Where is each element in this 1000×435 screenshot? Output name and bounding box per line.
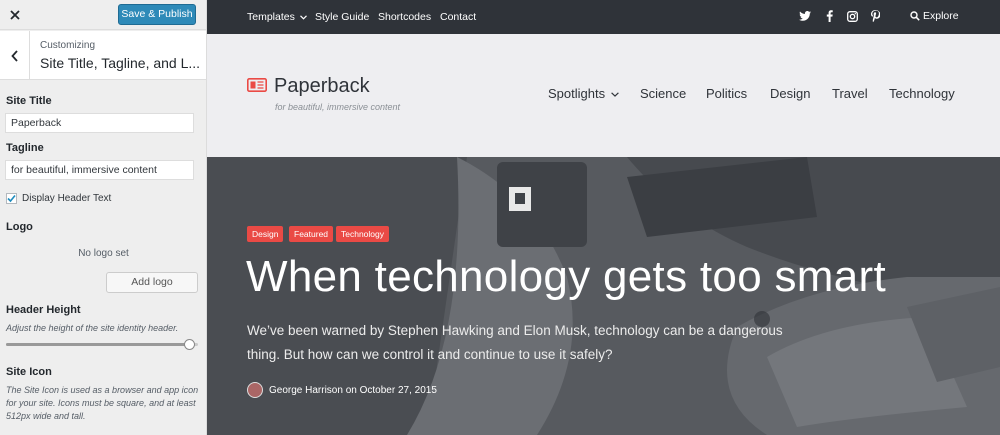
site-icon-description: The Site Icon is used as a browser and a… [6, 385, 199, 421]
nav-item-design[interactable]: Design [770, 86, 810, 101]
post-byline: George Harrison on October 27, 2015 [269, 385, 437, 396]
close-button[interactable] [0, 0, 30, 30]
top-link-shortcodes[interactable]: Shortcodes [378, 11, 431, 23]
display-header-text-checkbox[interactable] [6, 193, 17, 204]
top-bar: Templates Style Guide Shortcodes Contact… [207, 0, 1000, 34]
tagline-label: Tagline [6, 142, 44, 154]
header-height-slider[interactable] [6, 339, 198, 351]
chevron-down-icon [610, 92, 619, 97]
site-header: Paperback for beautiful, immersive conte… [207, 34, 1000, 157]
post-excerpt: We’ve been warned by Stephen Hawking and… [247, 323, 783, 362]
search-icon [910, 11, 920, 21]
site-tagline: for beautiful, immersive content [275, 102, 401, 112]
slider-handle[interactable] [184, 339, 196, 350]
site-title-label: Site Title [6, 95, 52, 107]
back-button[interactable] [0, 31, 30, 80]
slider-fill [6, 343, 191, 346]
tagline-input[interactable] [5, 160, 194, 180]
newspaper-icon [247, 78, 267, 92]
close-icon [10, 10, 20, 20]
site-title[interactable]: Paperback [274, 75, 370, 98]
customizer-header: Save & Publish [0, 0, 206, 30]
chevron-down-icon [299, 15, 307, 20]
nav-item-science[interactable]: Science [640, 86, 686, 101]
site-icon-label: Site Icon [6, 366, 52, 378]
explore-label: Explore [923, 10, 959, 22]
top-link-templates[interactable]: Templates [247, 11, 307, 23]
nav-item-spotlights[interactable]: Spotlights [548, 86, 619, 101]
section-title: Site Title, Tagline, and L... [40, 55, 200, 71]
logo-label: Logo [6, 221, 33, 233]
top-link-contact[interactable]: Contact [440, 11, 476, 23]
top-link-label: Templates [247, 11, 295, 23]
nav-item-technology[interactable]: Technology [889, 86, 955, 101]
header-height-description: Adjust the height of the site identity h… [6, 323, 179, 333]
display-header-text-label: Display Header Text [22, 193, 112, 204]
author-avatar [247, 382, 263, 398]
post-title[interactable]: When technology gets too smart [246, 252, 886, 302]
site-title-input[interactable] [5, 113, 194, 133]
chevron-left-icon [10, 49, 18, 62]
top-link-style-guide[interactable]: Style Guide [315, 11, 369, 23]
add-logo-button[interactable]: Add logo [106, 272, 198, 293]
category-tag-technology[interactable]: Technology [336, 226, 390, 242]
breadcrumb: Customizing [40, 40, 96, 51]
featured-post-hero[interactable]: Design Featured Technology When technolo… [207, 157, 1000, 435]
facebook-icon[interactable] [823, 10, 835, 22]
display-header-text-toggle[interactable]: Display Header Text [6, 193, 111, 204]
twitter-icon[interactable] [799, 10, 811, 22]
category-tag-featured[interactable]: Featured [289, 226, 334, 242]
header-height-label: Header Height [6, 304, 81, 316]
nav-item-politics[interactable]: Politics [706, 86, 747, 101]
pinterest-icon[interactable] [869, 10, 881, 22]
explore-button[interactable]: Explore [910, 10, 959, 22]
site-preview: Templates Style Guide Shortcodes Contact… [207, 0, 1000, 435]
nav-item-travel[interactable]: Travel [832, 86, 868, 101]
nav-item-label: Spotlights [548, 86, 606, 101]
save-publish-button[interactable]: Save & Publish [118, 4, 196, 25]
no-logo-text: No logo set [78, 248, 129, 259]
category-tag-design[interactable]: Design [247, 226, 284, 242]
section-heading: Customizing Site Title, Tagline, and L..… [0, 31, 206, 80]
checkmark-icon [7, 194, 16, 203]
instagram-icon[interactable] [846, 10, 858, 22]
customizer-panel: Save & Publish Customizing Site Title, T… [0, 0, 207, 435]
